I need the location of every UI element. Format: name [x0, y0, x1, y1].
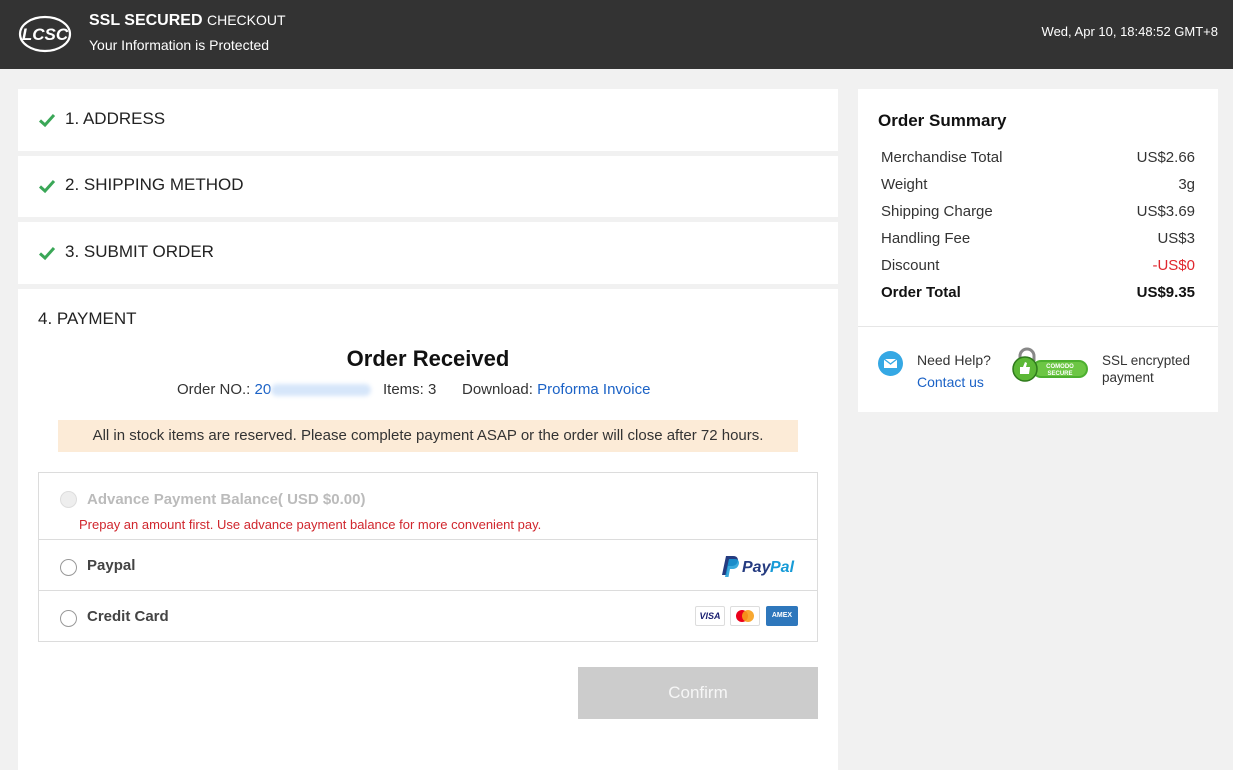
- lcsc-logo[interactable]: LCSC: [18, 14, 72, 54]
- svg-text:Pal: Pal: [770, 559, 795, 576]
- advance-balance-warning: Prepay an amount first. Use advance paym…: [79, 517, 542, 532]
- ssl-secured-title: SSL SECURED CHECKOUT: [89, 12, 286, 29]
- paypal-radio[interactable]: [60, 559, 77, 576]
- datetime: Wed, Apr 10, 18:48:52 GMT+8: [1041, 24, 1218, 39]
- payment-option-credit-card[interactable]: Credit Card VISA AMEX: [39, 591, 817, 642]
- comodo-secure-badge: COMODO SECURE: [1010, 347, 1090, 383]
- download-row: Download: Proforma Invoice: [462, 381, 651, 398]
- proforma-invoice-link[interactable]: Proforma Invoice: [537, 381, 650, 398]
- redacted-order-number: [271, 384, 372, 397]
- step-submit-order[interactable]: 3. SUBMIT ORDER: [18, 222, 838, 284]
- step-label: 2. SHIPPING METHOD: [65, 175, 244, 194]
- order-summary-title: Order Summary: [878, 111, 1007, 130]
- summary-row-weight: Weight 3g: [881, 176, 1195, 193]
- top-bar: LCSC SSL SECURED CHECKOUT Your Informati…: [0, 0, 1233, 69]
- svg-text:LCSC: LCSC: [22, 25, 69, 44]
- summary-row-merchandise-total: Merchandise Total US$2.66: [881, 149, 1195, 166]
- contact-us-link[interactable]: Contact us: [917, 374, 984, 390]
- confirm-button[interactable]: Confirm: [578, 667, 818, 719]
- paypal-logo: Pay Pal: [719, 554, 799, 578]
- summary-row-shipping-charge: Shipping Charge US$3.69: [881, 203, 1195, 220]
- mastercard-icon: [730, 606, 760, 626]
- amex-icon: AMEX: [766, 606, 798, 626]
- payment-methods: Advance Payment Balance( USD $0.00) Prep…: [38, 472, 818, 642]
- advance-balance-radio: [60, 491, 77, 508]
- payment-option-label: Advance Payment Balance( USD $0.00): [87, 491, 366, 508]
- items-count: Items: 3: [383, 381, 437, 398]
- credit-card-radio[interactable]: [60, 610, 77, 627]
- check-icon: [38, 113, 56, 128]
- step-shipping-method[interactable]: 2. SHIPPING METHOD: [18, 156, 838, 217]
- summary-row-order-total: Order Total US$9.35: [881, 284, 1195, 301]
- step-label: 4. PAYMENT: [38, 309, 137, 328]
- step-label: 1. ADDRESS: [65, 109, 166, 128]
- visa-icon: VISA: [695, 606, 725, 626]
- order-received-heading: Order Received: [346, 346, 510, 371]
- check-icon: [38, 179, 56, 194]
- order-number: Order NO.: 20: [177, 381, 372, 398]
- payment-option-label: Credit Card: [87, 608, 169, 625]
- order-number-link[interactable]: 20: [255, 381, 272, 398]
- reservation-notice: All in stock items are reserved. Please …: [58, 420, 798, 452]
- order-summary-panel: Order Summary Merchandise Total US$2.66 W…: [858, 89, 1218, 412]
- ssl-subtitle: Your Information is Protected: [89, 37, 270, 53]
- step-label: 3. SUBMIT ORDER: [65, 242, 214, 261]
- step-address[interactable]: 1. ADDRESS: [18, 89, 838, 151]
- ssl-encrypted-text: SSL encrypted payment: [1102, 353, 1191, 385]
- need-help-label: Need Help?: [917, 352, 991, 368]
- summary-divider: [858, 326, 1218, 327]
- svg-text:COMODO: COMODO: [1046, 364, 1074, 370]
- summary-row-discount: Discount -US$0: [881, 257, 1195, 274]
- payment-option-paypal[interactable]: Paypal Pay Pal: [39, 540, 817, 591]
- svg-text:SECURE: SECURE: [1047, 371, 1072, 377]
- payment-option-advance-balance: Advance Payment Balance( USD $0.00) Prep…: [39, 473, 817, 540]
- svg-text:Pay: Pay: [742, 559, 772, 576]
- step-payment: 4. PAYMENT Order Received Order NO.: 20 …: [18, 289, 838, 770]
- payment-option-label: Paypal: [87, 557, 136, 574]
- summary-row-handling-fee: Handling Fee US$3: [881, 230, 1195, 247]
- check-icon: [38, 246, 56, 261]
- mail-icon: [878, 351, 903, 376]
